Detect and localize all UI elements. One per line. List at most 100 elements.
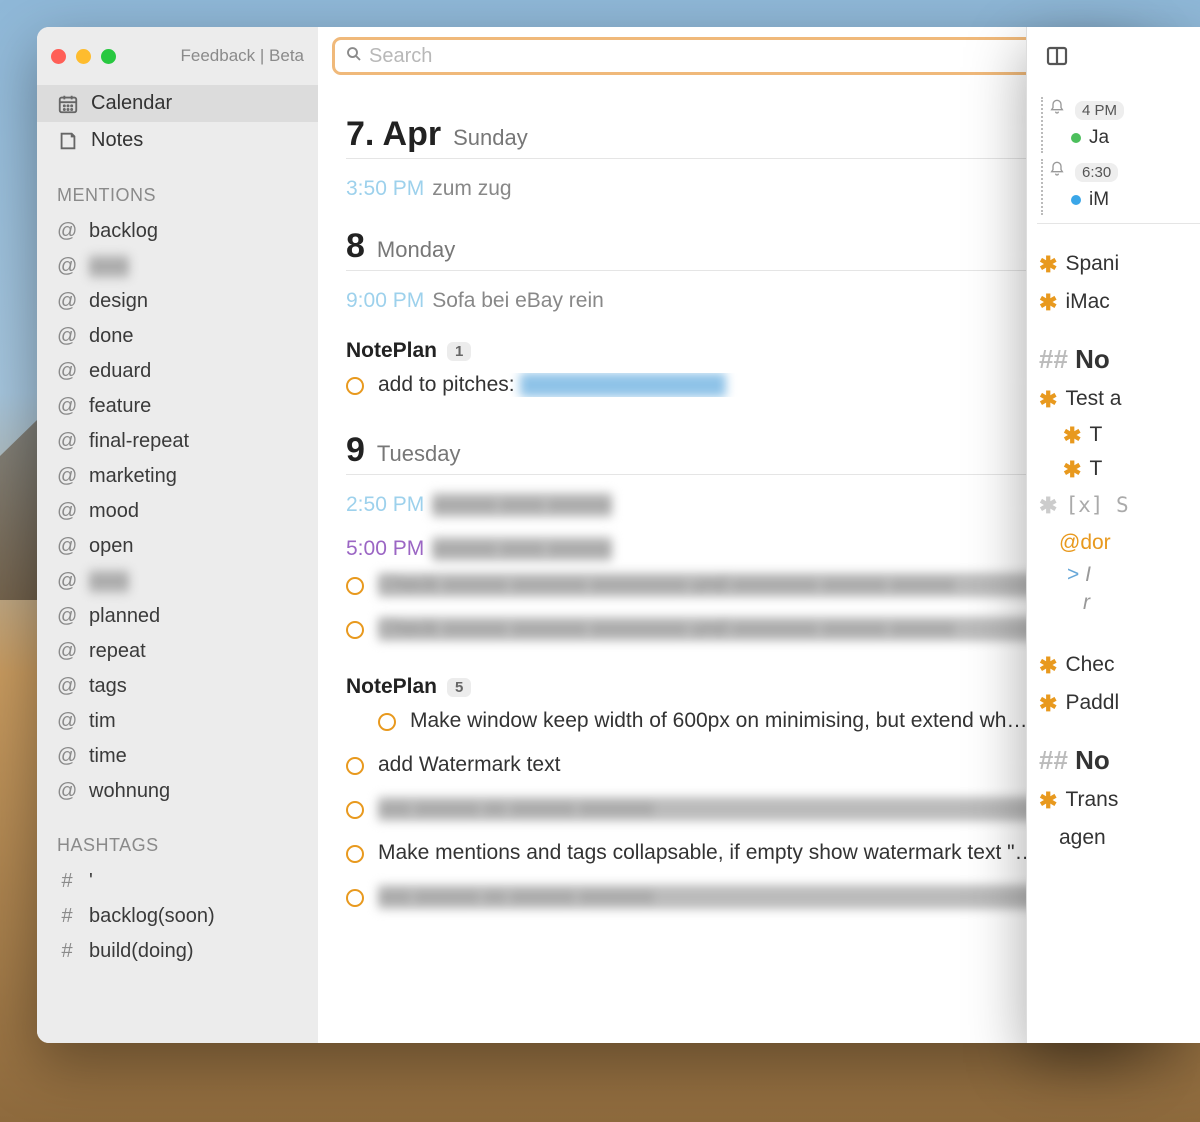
done-task-row[interactable]: ✱[x] S <box>1037 487 1200 525</box>
hashtag-item[interactable]: #backlog(soon) <box>37 899 318 934</box>
task-row[interactable]: Make mentions and tags collapsable, if e… <box>346 831 1109 875</box>
event-text: xxxxxx xxxx xxxxxx <box>432 537 612 561</box>
mention-item[interactable]: @tim <box>37 704 318 739</box>
task-checkbox[interactable] <box>346 845 364 863</box>
bullet-row[interactable]: ✱Trans <box>1037 782 1200 820</box>
task-checkbox[interactable] <box>346 801 364 819</box>
mention-item[interactable]: @final-repeat <box>37 424 318 459</box>
task-row[interactable]: xxx xxxxxx xx xxxxxx xxxxxxx <box>346 787 1109 831</box>
task-row[interactable]: xxx xxxxxx xx xxxxxx xxxxxxx <box>346 875 1109 919</box>
mention-label: xxxx <box>89 255 129 278</box>
event-row[interactable]: 3:50 PMzum zug <box>346 159 1109 203</box>
reminder-time-row[interactable]: 6:30 <box>1049 159 1200 185</box>
hashtag-label: ' <box>89 870 93 893</box>
day-header[interactable]: 8Monday <box>346 227 1109 271</box>
search-field[interactable] <box>332 37 1085 75</box>
mention-inline[interactable]: @dor <box>1037 525 1200 561</box>
mention-item[interactable]: @design <box>37 284 318 319</box>
feedback-link[interactable]: Feedback | Beta <box>181 46 305 66</box>
bullet-text: Spani <box>1065 252 1119 278</box>
at-icon: @ <box>57 745 77 768</box>
event-row[interactable]: 2:50 PMxxxxxx xxxx xxxxxx <box>346 475 1109 519</box>
task-group-header[interactable]: NotePlan5 <box>346 675 1109 699</box>
mention-item[interactable]: @time <box>37 739 318 774</box>
event-text: zum zug <box>432 177 511 201</box>
at-icon: @ <box>57 395 77 418</box>
split-view-icon[interactable] <box>1045 44 1069 68</box>
at-icon: @ <box>57 780 77 803</box>
mention-item[interactable]: @mood <box>37 494 318 529</box>
mention-item[interactable]: @planned <box>37 599 318 634</box>
mention-item[interactable]: @marketing <box>37 459 318 494</box>
task-text: Make mentions and tags collapsable, if e… <box>378 841 1109 865</box>
day-header[interactable]: 7. AprSunday <box>346 115 1109 159</box>
bullet-row[interactable]: ✱iMac <box>1037 284 1200 322</box>
group-title: NotePlan <box>346 339 437 363</box>
mention-item[interactable]: @tags <box>37 669 318 704</box>
note-heading[interactable]: ## No <box>1037 322 1200 381</box>
mention-label: tim <box>89 710 116 733</box>
notes-icon <box>57 130 79 152</box>
mention-label: done <box>89 325 134 348</box>
mention-label: repeat <box>89 640 146 663</box>
event-row[interactable]: 5:00 PMxxxxxx xxxx xxxxxx <box>346 519 1109 563</box>
day-header[interactable]: 9Tuesday <box>346 431 1109 475</box>
task-checkbox[interactable] <box>346 757 364 775</box>
mentions-list: @backlog@xxxx@design@done@eduard@feature… <box>37 214 318 809</box>
fullscreen-window-button[interactable] <box>101 49 116 64</box>
mention-item[interactable]: @xxxx <box>37 564 318 599</box>
task-row[interactable]: Make window keep width of 600px on minim… <box>346 699 1109 743</box>
task-text: add to pitches: https://basecomp.tech <box>378 373 1109 397</box>
mention-item[interactable]: @feature <box>37 389 318 424</box>
task-checkbox[interactable] <box>346 621 364 639</box>
nav-calendar[interactable]: Calendar <box>37 85 318 122</box>
bullet-row[interactable]: ✱Paddl <box>1037 685 1200 723</box>
mention-item[interactable]: @open <box>37 529 318 564</box>
bullet-row[interactable]: ✱Test a <box>1037 381 1200 419</box>
nav-notes[interactable]: Notes <box>37 122 318 159</box>
hashtag-item[interactable]: #' <box>37 864 318 899</box>
mention-label: marketing <box>89 465 177 488</box>
content-area: 7. AprSunday3:50 PMzum zug8Monday9:00 PM… <box>318 85 1137 1043</box>
mention-item[interactable]: @ xxxx <box>37 249 318 284</box>
at-icon: @ <box>57 640 77 663</box>
mention-item[interactable]: @ repeat <box>37 634 318 669</box>
close-window-button[interactable] <box>51 49 66 64</box>
task-checkbox[interactable] <box>378 713 396 731</box>
task-row[interactable]: add to pitches: https://basecomp.tech <box>346 363 1109 407</box>
event-time: 9:00 PM <box>346 289 424 313</box>
event-row[interactable]: 9:00 PMSofa bei eBay rein <box>346 271 1109 315</box>
mention-item[interactable]: @wohnung <box>37 774 318 809</box>
bullet-row[interactable]: ✱T <box>1037 453 1200 487</box>
at-icon: @ <box>57 255 77 278</box>
bullet-row[interactable]: ✱Chec <box>1037 647 1200 685</box>
mention-item[interactable]: @backlog <box>37 214 318 249</box>
task-row[interactable]: Check xxxxxx xxxxxxx xxxxxxxxx und xxxxx… <box>346 563 1109 607</box>
right-panel: 4 PMJa6:30iM✱Spani✱iMac## No✱Test a✱T✱T✱… <box>1026 27 1200 1043</box>
bullet-row[interactable]: ✱T <box>1037 419 1200 453</box>
task-checkbox[interactable] <box>346 577 364 595</box>
hash-icon: # <box>57 905 77 928</box>
mention-item[interactable]: @done <box>37 319 318 354</box>
bullet-text: Trans <box>1065 788 1118 814</box>
task-row[interactable]: Check xxxxxx xxxxxxx xxxxxxxxx und xxxxx… <box>346 607 1109 651</box>
sidebar: Feedback | Beta Calendar Notes MENTIONS … <box>37 27 318 1043</box>
minimize-window-button[interactable] <box>76 49 91 64</box>
task-group-header[interactable]: NotePlan1 <box>346 339 1109 363</box>
bullet-row[interactable]: ✱Spani <box>1037 246 1200 284</box>
note-heading[interactable]: ## No <box>1037 723 1200 782</box>
reminder-item[interactable]: iM <box>1049 185 1200 211</box>
at-icon: @ <box>57 430 77 453</box>
hash-icon: # <box>57 870 77 893</box>
mention-item[interactable]: @eduard <box>37 354 318 389</box>
hashtag-item[interactable]: #build(doing) <box>37 934 318 969</box>
mention-label: eduard <box>89 360 151 383</box>
hashtags-section-title: HASHTAGS <box>37 809 318 864</box>
search-input[interactable] <box>369 45 1072 68</box>
reminder-item[interactable]: Ja <box>1049 123 1200 149</box>
mention-label: open <box>89 535 134 558</box>
reminder-time-row[interactable]: 4 PM <box>1049 97 1200 123</box>
task-checkbox[interactable] <box>346 377 364 395</box>
task-checkbox[interactable] <box>346 889 364 907</box>
task-row[interactable]: add Watermark text <box>346 743 1109 787</box>
